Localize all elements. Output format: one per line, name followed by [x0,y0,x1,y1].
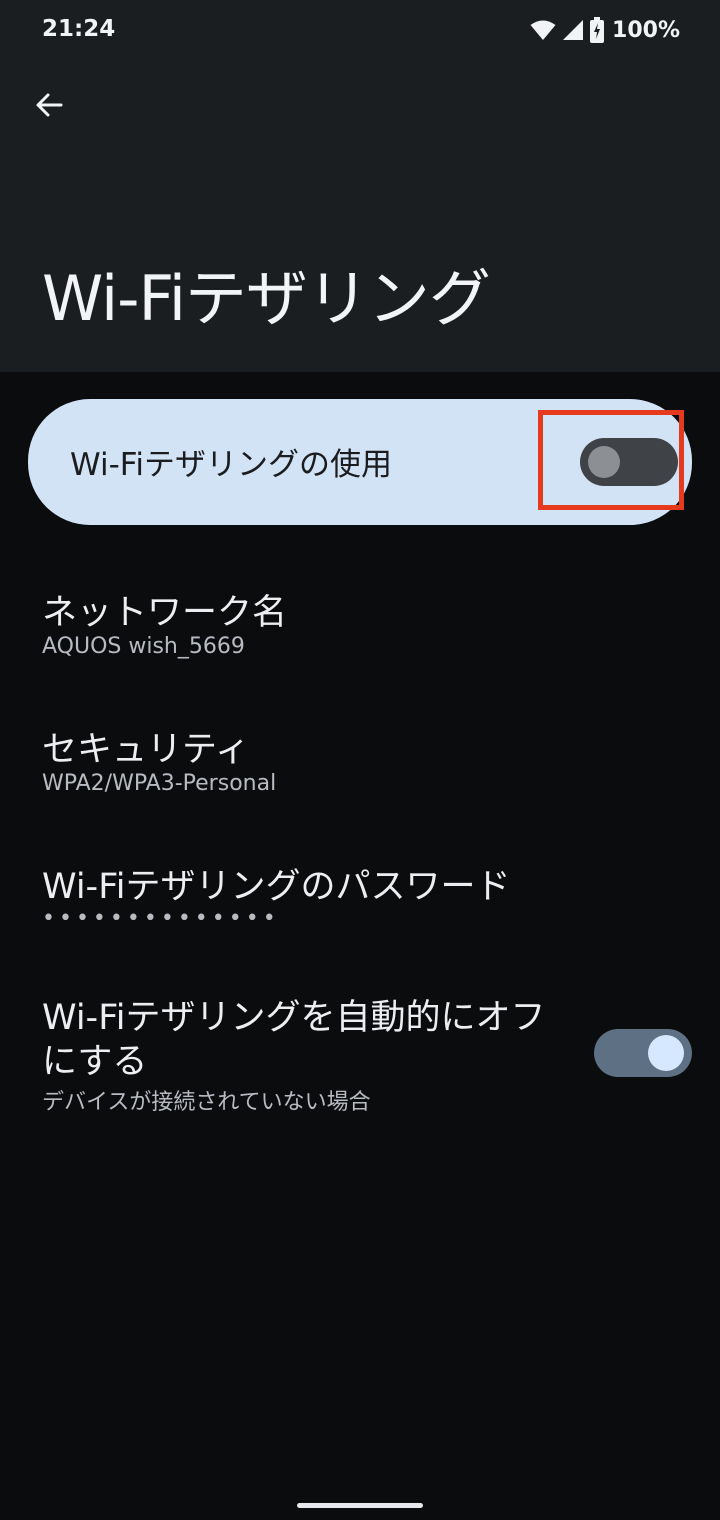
arrow-back-icon [34,90,64,124]
network-name-item[interactable]: ネットワーク名 AQUOS wish_5669 [0,560,720,670]
status-time: 21:24 [42,16,116,42]
security-value: WPA2/WPA3-Personal [42,771,277,796]
network-name-title: ネットワーク名 [42,593,288,633]
auto-off-toggle[interactable] [594,1029,692,1077]
main-switch-label: Wi-Fiテザリングの使用 [70,447,392,483]
security-item[interactable]: セキュリティ WPA2/WPA3-Personal [0,697,720,807]
back-button[interactable] [24,82,74,132]
gesture-nav-handle[interactable] [297,1503,423,1508]
auto-off-summary: デバイスが接続されていない場合 [42,1090,371,1115]
auto-off-title: Wi-Fiテザリングを自動的にオフにする [42,998,546,1082]
password-title: Wi-Fiテザリングのパスワード [42,867,511,907]
battery-percent: 100% [612,17,680,43]
password-dots: •••••••••••••• [42,906,280,931]
highlight-box [538,410,684,510]
auto-off-toggle-thumb [648,1035,684,1071]
status-icons: 100% [530,14,680,46]
network-name-value: AQUOS wish_5669 [42,634,245,659]
password-item[interactable]: Wi-Fiテザリングのパスワード •••••••••••••• [0,834,720,944]
cell-signal-icon [562,19,584,41]
page-title: Wi-Fiテザリング [42,262,491,335]
wifi-icon [530,19,556,41]
app-bar: 21:24 100% Wi-Fiテザリング [0,0,720,372]
security-title: セキュリティ [42,730,250,770]
battery-charging-icon [590,17,605,43]
status-bar: 21:24 100% [0,0,720,60]
